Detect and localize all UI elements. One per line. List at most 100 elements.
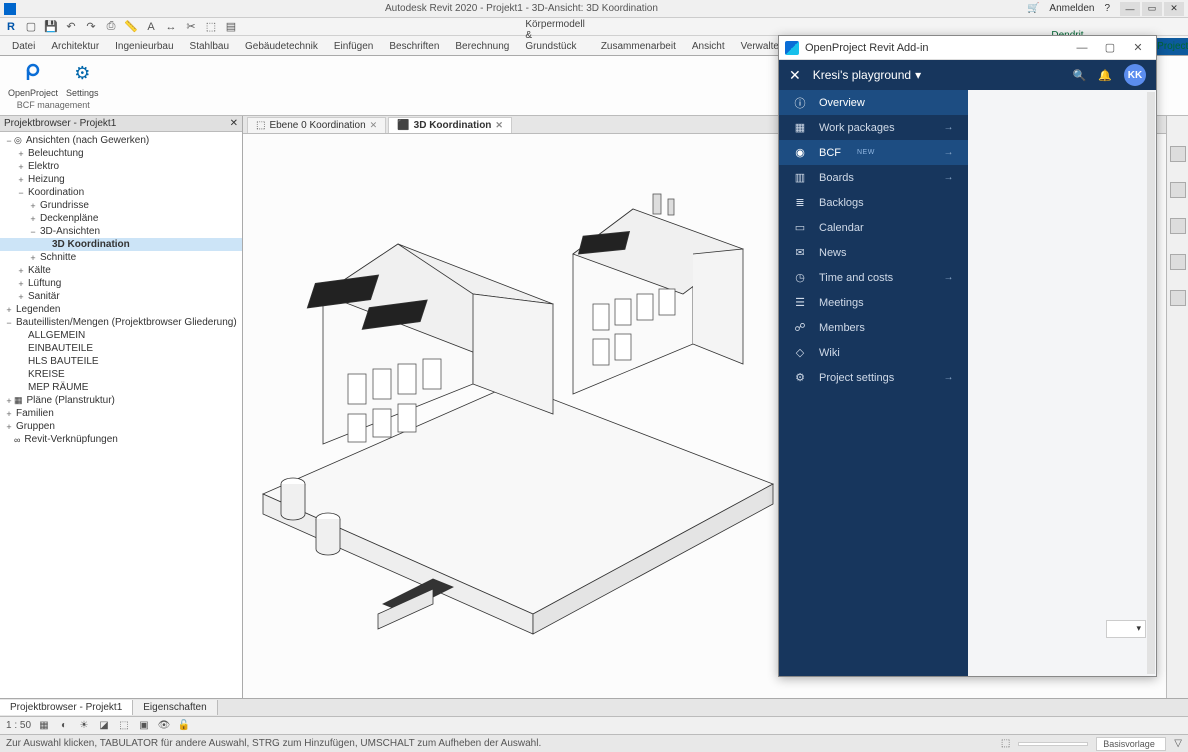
op-menu-item-wiki[interactable]: ◇Wiki	[779, 340, 968, 365]
tree-item[interactable]: MEP RÄUME	[0, 381, 242, 394]
pan-icon[interactable]	[1170, 218, 1186, 234]
settings-ribbon-button[interactable]: ⚙ Settings	[66, 62, 99, 98]
save-icon[interactable]: 💾	[44, 20, 58, 34]
openproject-ribbon-button[interactable]: OpenProject	[8, 62, 58, 98]
hide-icon[interactable]: 👁	[157, 719, 171, 733]
dim-icon[interactable]: ↔	[164, 20, 178, 34]
close-button[interactable]: ✕	[1164, 2, 1184, 16]
op-maximize-button[interactable]: ▢	[1098, 39, 1122, 57]
tree-item[interactable]: +Elektro	[0, 160, 242, 173]
ribbon-tab-k-rpermodell-grundst-ck[interactable]: Körpermodell & Grundstück	[517, 16, 592, 55]
ribbon-tab-einf-gen[interactable]: Einfügen	[326, 38, 381, 55]
view-tab-close[interactable]: ✕	[495, 120, 503, 131]
crop-icon[interactable]: ⬚	[117, 719, 131, 733]
op-menu-item-members[interactable]: ☍Members	[779, 315, 968, 340]
op-minimize-button[interactable]: —	[1070, 39, 1094, 57]
scrollbar[interactable]	[1147, 92, 1155, 674]
op-close-button[interactable]: ✕	[1126, 39, 1150, 57]
orbit-icon[interactable]	[1170, 290, 1186, 306]
ribbon-tab-berechnung[interactable]: Berechnung	[447, 38, 517, 55]
op-menu-close-icon[interactable]: ✕	[789, 67, 801, 84]
tree-item[interactable]: 3D Koordination	[0, 238, 242, 251]
view-tab[interactable]: ⬚Ebene 0 Koordination✕	[247, 117, 386, 133]
op-dropdown-field[interactable]: ▾	[1106, 620, 1146, 638]
op-menu-item-bcf[interactable]: ◉BCFNEW→	[779, 140, 968, 165]
scale-label[interactable]: 1 : 50	[6, 720, 31, 731]
op-menu-item-project-settings[interactable]: ⚙Project settings→	[779, 365, 968, 390]
bottom-tab[interactable]: Projektbrowser - Projekt1	[0, 700, 133, 715]
tree-item[interactable]: ∞Revit-Verknüpfungen	[0, 433, 242, 446]
tree-item[interactable]: +Gruppen	[0, 420, 242, 433]
text-icon[interactable]: A	[144, 20, 158, 34]
tree-item[interactable]: +Familien	[0, 407, 242, 420]
tree-item[interactable]: −Bauteillisten/Mengen (Projektbrowser Gl…	[0, 316, 242, 329]
ribbon-tab-ansicht[interactable]: Ansicht	[684, 38, 733, 55]
tree-item[interactable]: +Deckenpläne	[0, 212, 242, 225]
template-field[interactable]: Basisvorlage	[1096, 737, 1166, 751]
open-icon[interactable]: ▢	[24, 20, 38, 34]
signin-link[interactable]: Anmelden	[1049, 3, 1094, 14]
measure-icon[interactable]: 📏	[124, 20, 138, 34]
tree-item[interactable]: +Kälte	[0, 264, 242, 277]
bottom-tab[interactable]: Eigenschaften	[133, 700, 217, 715]
bell-icon[interactable]: 🔔	[1098, 69, 1112, 82]
undo-icon[interactable]: ↶	[64, 20, 78, 34]
tree-item[interactable]: +Sanitär	[0, 290, 242, 303]
tree-item[interactable]: +Heizung	[0, 173, 242, 186]
zoom-icon[interactable]	[1170, 254, 1186, 270]
op-project-selector[interactable]: Kresi's playground ▾	[813, 68, 921, 82]
selection-filter-field[interactable]	[1018, 742, 1088, 746]
shadows-icon[interactable]: ◪	[97, 719, 111, 733]
op-menu-item-news[interactable]: ✉News	[779, 240, 968, 265]
tree-item[interactable]: +▦Pläne (Planstruktur)	[0, 394, 242, 407]
tree-item[interactable]: +Schnitte	[0, 251, 242, 264]
crop-region-icon[interactable]: ▣	[137, 719, 151, 733]
view3d-icon[interactable]: ⬚	[204, 20, 218, 34]
op-menu-item-backlogs[interactable]: ≣Backlogs	[779, 190, 968, 215]
search-icon[interactable]: 🔍	[1073, 69, 1087, 82]
tree-item[interactable]: +Grundrisse	[0, 199, 242, 212]
tree-item[interactable]: −3D-Ansichten	[0, 225, 242, 238]
maximize-button[interactable]: ▭	[1142, 2, 1162, 16]
tree-item[interactable]: +Beleuchtung	[0, 147, 242, 160]
op-menu-item-boards[interactable]: ▥Boards→	[779, 165, 968, 190]
reveal-icon[interactable]: 🔓	[177, 719, 191, 733]
tree-item[interactable]: −Koordination	[0, 186, 242, 199]
nav-cube-icon[interactable]	[1170, 146, 1186, 162]
ribbon-tab-zusammenarbeit[interactable]: Zusammenarbeit	[593, 38, 684, 55]
project-browser-close[interactable]: ✕	[230, 118, 238, 129]
sheet-icon[interactable]: ▤	[224, 20, 238, 34]
tree-item[interactable]: KREISE	[0, 368, 242, 381]
visual-style-icon[interactable]: ◐	[57, 719, 71, 733]
tree-item[interactable]: +Legenden	[0, 303, 242, 316]
ribbon-tab-stahlbau[interactable]: Stahlbau	[182, 38, 237, 55]
op-menu-item-overview[interactable]: ⓘOverview	[779, 90, 968, 115]
tree-item[interactable]: EINBAUTEILE	[0, 342, 242, 355]
section-icon[interactable]: ✂	[184, 20, 198, 34]
minimize-button[interactable]: —	[1120, 2, 1140, 16]
tree-item[interactable]: ALLGEMEIN	[0, 329, 242, 342]
view-tab-close[interactable]: ✕	[370, 120, 378, 131]
ribbon-tab-datei[interactable]: Datei	[4, 38, 43, 55]
tree-item[interactable]: HLS BAUTEILE	[0, 355, 242, 368]
avatar[interactable]: KK	[1124, 64, 1146, 86]
nav-wheel-icon[interactable]	[1170, 182, 1186, 198]
view-tab[interactable]: ⬛3D Koordination✕	[388, 117, 512, 133]
op-menu-item-calendar[interactable]: ▭Calendar	[779, 215, 968, 240]
worksets-icon[interactable]: ⬚	[1001, 738, 1010, 749]
ribbon-tab-beschriften[interactable]: Beschriften	[381, 38, 447, 55]
tree-item[interactable]: +Lüftung	[0, 277, 242, 290]
ribbon-tab-ingenieurbau[interactable]: Ingenieurbau	[107, 38, 181, 55]
cart-icon[interactable]: 🛒	[1027, 3, 1039, 14]
print-icon[interactable]: ⎙	[104, 20, 118, 34]
help-icon[interactable]: ?	[1104, 3, 1110, 14]
redo-icon[interactable]: ↷	[84, 20, 98, 34]
project-tree[interactable]: −◎Ansichten (nach Gewerken)+Beleuchtung+…	[0, 132, 242, 698]
op-menu-item-meetings[interactable]: ☰Meetings	[779, 290, 968, 315]
sun-path-icon[interactable]: ☀	[77, 719, 91, 733]
detail-level-icon[interactable]: ▦	[37, 719, 51, 733]
op-menu-item-time-and-costs[interactable]: ◷Time and costs→	[779, 265, 968, 290]
filter-icon[interactable]: ▽	[1174, 738, 1182, 749]
ribbon-tab-geb-udetechnik[interactable]: Gebäudetechnik	[237, 38, 326, 55]
ribbon-tab-architektur[interactable]: Architektur	[43, 38, 107, 55]
